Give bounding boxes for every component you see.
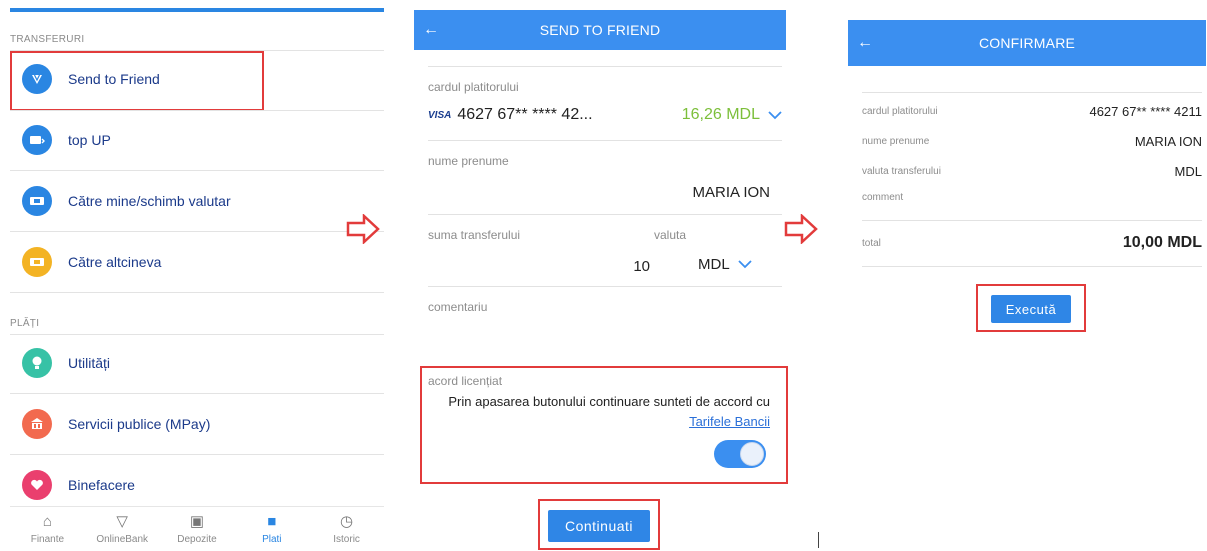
comment-field[interactable]: comentariu	[428, 300, 487, 314]
payer-card-select[interactable]: VISA 4627 67** **** 42... 16,26 MDL	[428, 106, 782, 124]
summary-row-name: nume prenume MARIA ION	[862, 134, 1202, 149]
header-bar: ← SEND TO FRIEND	[414, 10, 786, 50]
divider	[428, 214, 782, 215]
currency-label: valuta	[654, 228, 687, 242]
license-label: acord licențiat	[428, 374, 503, 388]
card-number: 4627 67** **** 42...	[457, 106, 593, 123]
chevron-down-icon	[738, 256, 752, 273]
toggle-knob	[740, 442, 764, 466]
summary-key: valuta transferului	[862, 166, 941, 177]
amount-input[interactable]: 10	[604, 258, 650, 275]
section-payments-title: PLĂȚI	[10, 318, 40, 329]
divider	[428, 140, 782, 141]
tab-label: OnlineBank	[96, 533, 149, 545]
license-text: Prin apasarea butonului continuare sunte…	[428, 392, 770, 432]
summary-value: MDL	[1174, 164, 1202, 179]
divider	[10, 170, 384, 171]
wallet-icon: ■	[267, 512, 277, 530]
tab-finante[interactable]: ⌂ Finante	[10, 507, 85, 551]
summary-key: nume prenume	[862, 136, 930, 147]
divider	[10, 393, 384, 394]
menu-item-label: Utilități	[68, 355, 111, 371]
heart-icon	[22, 470, 52, 500]
name-label: nume prenume	[428, 154, 509, 168]
menu-item-label: Către altcineva	[68, 254, 162, 270]
summary-key: comment	[862, 192, 904, 203]
tab-plati[interactable]: ■ Plati	[234, 507, 309, 551]
flow-arrow-icon	[784, 214, 818, 244]
tab-istoric[interactable]: ◷ Istoric	[309, 507, 384, 551]
payer-card-label: cardul platitorului	[428, 80, 519, 94]
license-text-body: Prin apasarea butonului continuare sunte…	[448, 394, 770, 409]
top-accent-bar	[10, 8, 384, 12]
divider	[428, 286, 782, 287]
tab-label: Finante	[30, 533, 65, 545]
menu-item-label: Servicii publice (MPay)	[68, 416, 211, 432]
menu-item-to-someone-else[interactable]: Către altcineva	[10, 233, 384, 291]
payments-menu-panel: TRANSFERURI Send to Friend top UP Către …	[0, 0, 384, 550]
page-title: CONFIRMARE	[978, 35, 1076, 51]
building-icon	[22, 409, 52, 439]
summary-value: 4627 67** **** 4211	[1089, 104, 1202, 119]
divider	[10, 231, 384, 232]
divider	[862, 266, 1202, 267]
divider	[862, 220, 1202, 221]
menu-item-utilities[interactable]: Utilități	[10, 334, 384, 392]
back-arrow-icon[interactable]: ←	[848, 34, 882, 52]
tab-onlinebank[interactable]: ▽ OnlineBank	[85, 507, 160, 551]
menu-item-public-services[interactable]: Servicii publice (MPay)	[10, 395, 384, 453]
execute-button[interactable]: Execută	[991, 295, 1071, 323]
menu-item-label: top UP	[68, 132, 111, 148]
divider	[10, 454, 384, 455]
divider	[428, 66, 782, 67]
summary-row-total: total 10,00 MDL	[862, 234, 1202, 252]
history-icon: ◷	[340, 512, 354, 530]
onlinebank-icon: ▽	[116, 512, 128, 530]
visa-logo-icon: VISA	[428, 109, 452, 121]
tab-depozite[interactable]: ▣ Depozite	[160, 507, 235, 551]
menu-item-to-me-exchange[interactable]: Către mine/schimb valutar	[10, 172, 384, 230]
divider	[862, 92, 1202, 93]
card-balance: 16,26 MDL	[681, 106, 760, 123]
highlight-box	[10, 51, 264, 111]
section-transfers-title: TRANSFERURI	[10, 34, 85, 45]
divider	[10, 292, 384, 293]
summary-key: cardul platitorului	[862, 106, 938, 117]
menu-item-label: Binefacere	[68, 477, 135, 493]
flow-arrow-icon	[346, 214, 380, 244]
chevron-down-icon	[768, 107, 782, 123]
amount-label: suma transferului	[428, 228, 521, 242]
license-accept-toggle[interactable]	[714, 440, 766, 468]
summary-value: MARIA ION	[1134, 134, 1202, 149]
summary-row-card: cardul platitorului 4627 67** **** 4211	[862, 104, 1202, 119]
bulb-icon	[22, 348, 52, 378]
total-label: total	[862, 237, 881, 249]
summary-row-comment: comment	[862, 192, 1202, 203]
card-exchange-icon	[22, 186, 52, 216]
tab-label: Depozite	[177, 533, 217, 545]
continue-button[interactable]: Continuati	[548, 510, 650, 542]
tab-label: Plati	[262, 533, 282, 545]
deposit-icon: ▣	[189, 512, 205, 530]
currency-select[interactable]: MDL	[698, 256, 752, 273]
header-bar: ← CONFIRMARE	[848, 20, 1206, 66]
tab-label: Istoric	[333, 533, 360, 545]
name-field[interactable]: MARIA ION	[428, 184, 770, 201]
page-title: SEND TO FRIEND	[539, 22, 661, 38]
menu-item-label: Către mine/schimb valutar	[68, 193, 231, 209]
total-value: 10,00 MDL	[1122, 234, 1202, 251]
currency-value: MDL	[698, 256, 730, 273]
topup-icon	[22, 125, 52, 155]
home-icon: ⌂	[42, 512, 52, 530]
send-to-friend-panel: ← SEND TO FRIEND cardul platitorului VIS…	[414, 0, 819, 550]
card-icon	[22, 247, 52, 277]
back-arrow-icon[interactable]: ←	[414, 21, 448, 39]
bottom-tab-bar: ⌂ Finante ▽ OnlineBank ▣ Depozite ■ Plat…	[10, 506, 384, 551]
summary-row-currency: valuta transferului MDL	[862, 164, 1202, 179]
menu-item-top-up[interactable]: top UP	[10, 111, 384, 169]
tariffs-link[interactable]: Tarifele Bancii	[689, 414, 770, 429]
divider	[818, 532, 819, 548]
confirmation-panel: ← CONFIRMARE cardul platitorului 4627 67…	[848, 0, 1206, 550]
